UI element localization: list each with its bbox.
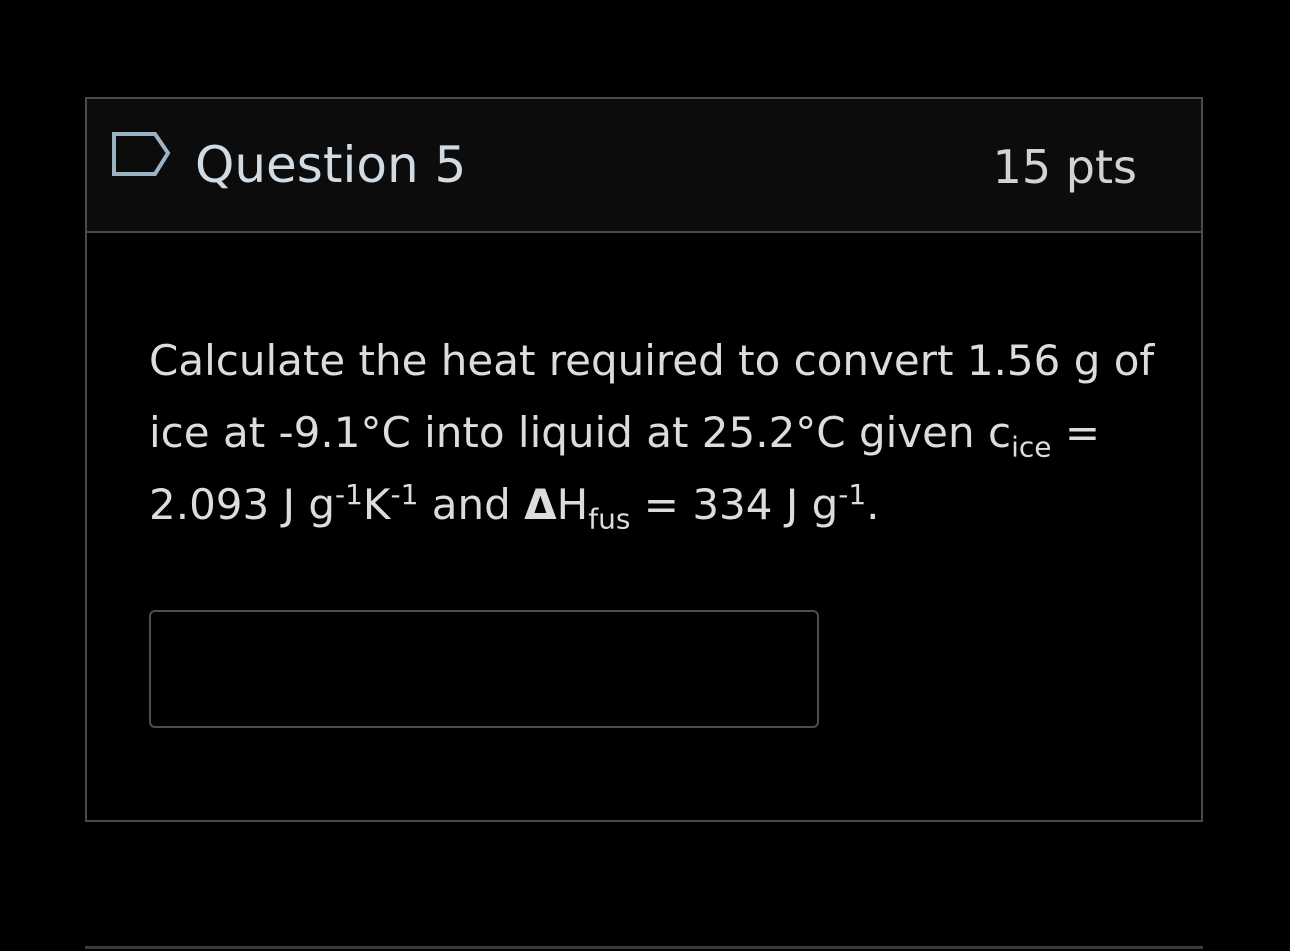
question-text-part: . — [866, 480, 880, 529]
h-fus-subscript: fus — [588, 502, 631, 536]
question-title: Question 5 — [195, 136, 467, 194]
bottom-divider — [85, 946, 1203, 949]
answer-input[interactable] — [149, 610, 819, 728]
question-text-part: Calculate the heat required to convert 1… — [149, 336, 1155, 457]
delta-symbol: Δ — [524, 480, 557, 529]
exponent: -1 — [390, 478, 419, 511]
question-header: Question 5 15 pts — [87, 99, 1201, 233]
question-text-part: H — [556, 480, 589, 529]
question-text-part: and — [418, 480, 525, 529]
exponent: -1 — [838, 478, 867, 511]
c-ice-subscript: ice — [1011, 430, 1052, 464]
question-points: 15 pts — [992, 140, 1137, 194]
question-text: Calculate the heat required to convert 1… — [149, 325, 1159, 541]
question-text-part: = 334 J g — [630, 480, 839, 529]
exponent: -1 — [335, 478, 363, 511]
question-card: Question 5 15 pts Calculate the heat req… — [85, 97, 1203, 822]
question-text-part: K — [362, 480, 391, 529]
flag-icon[interactable] — [111, 130, 173, 180]
